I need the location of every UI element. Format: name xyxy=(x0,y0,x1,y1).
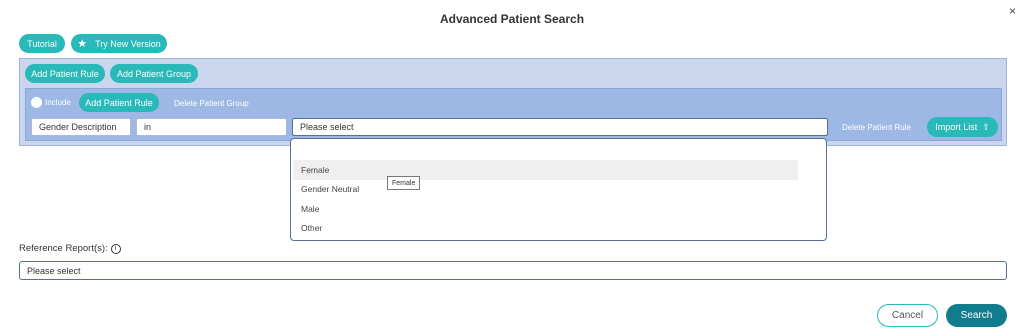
rule-value-select[interactable]: Please select xyxy=(292,118,828,136)
outer-patient-group: Add Patient Rule Add Patient Group Inclu… xyxy=(19,58,1007,146)
tutorial-button[interactable]: Tutorial xyxy=(19,34,65,53)
dropdown-option-gender-neutral[interactable]: Gender Neutral xyxy=(293,179,798,199)
import-list-label: Import List xyxy=(935,122,978,132)
dropdown-option-female[interactable]: Female xyxy=(293,160,798,180)
dialog-title: Advanced Patient Search xyxy=(439,12,585,26)
reference-reports-label: Reference Report(s): i xyxy=(19,243,121,254)
delete-patient-rule-link[interactable]: Delete Patient Rule xyxy=(842,123,911,132)
add-patient-rule-button[interactable]: Add Patient Rule xyxy=(25,64,105,83)
reference-reports-text: Reference Report(s): xyxy=(19,243,108,254)
try-new-version-label: Try New Version xyxy=(95,38,161,49)
include-radio[interactable] xyxy=(31,97,42,108)
add-patient-group-button[interactable]: Add Patient Group xyxy=(110,64,198,83)
import-list-button[interactable]: Import List ⇪ xyxy=(927,117,998,137)
include-toggle[interactable]: Include xyxy=(31,97,71,108)
star-icon: ★ xyxy=(77,38,88,50)
try-new-version-button[interactable]: ★ Try New Version xyxy=(71,34,167,53)
dropdown-option-other[interactable]: Other xyxy=(293,218,798,238)
rule-operator-select[interactable]: in xyxy=(136,118,287,136)
inner-patient-group: Include Add Patient Rule Delete Patient … xyxy=(25,88,1002,141)
value-dropdown-menu: Female Gender Neutral Male Other xyxy=(290,138,827,241)
cancel-button[interactable]: Cancel xyxy=(877,304,938,327)
rule-attribute-select[interactable]: Gender Description xyxy=(31,118,131,136)
upload-icon: ⇪ xyxy=(982,121,990,132)
search-button[interactable]: Search xyxy=(946,304,1007,327)
dropdown-option-male[interactable]: Male xyxy=(293,199,798,219)
option-tooltip: Female xyxy=(387,176,421,190)
close-icon[interactable]: × xyxy=(1009,4,1016,18)
top-button-bar: Tutorial ★ Try New Version xyxy=(19,34,167,53)
delete-patient-group-link[interactable]: Delete Patient Group xyxy=(174,99,249,108)
inner-add-patient-rule-button[interactable]: Add Patient Rule xyxy=(79,93,159,112)
info-icon[interactable]: i xyxy=(110,243,121,254)
include-label: Include xyxy=(45,98,71,107)
reference-reports-select[interactable]: Please select xyxy=(19,261,1007,280)
outer-group-actions: Add Patient Rule Add Patient Group xyxy=(25,64,198,83)
